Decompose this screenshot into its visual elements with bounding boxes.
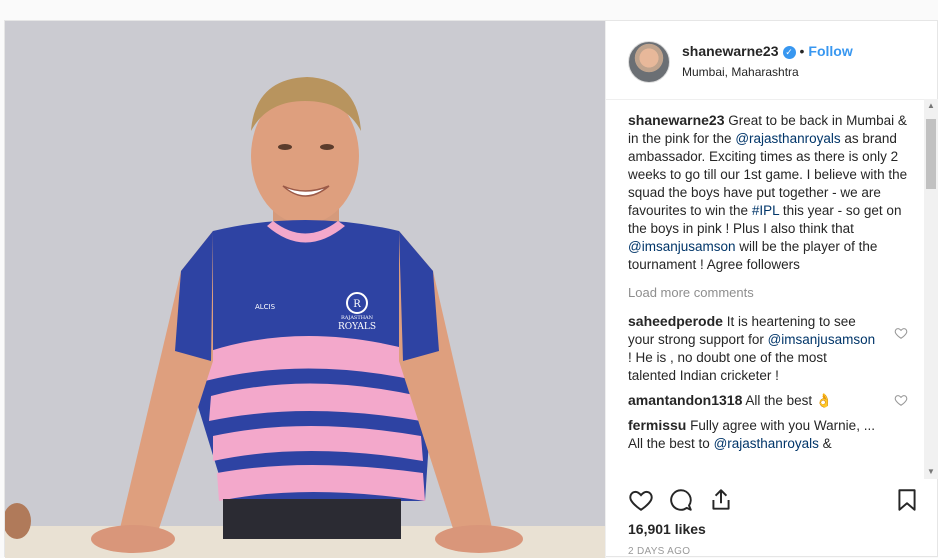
caption-mention-2[interactable]: @imsanjusamson [628,239,736,254]
svg-text:R: R [353,299,361,310]
likes-count[interactable]: 16,901 likes [628,521,706,537]
scroll-down-arrow-icon[interactable]: ▼ [924,465,938,479]
scroll-up-arrow-icon[interactable]: ▲ [924,99,938,113]
comment-username[interactable]: saheedperode [628,313,723,329]
jersey-brand: ALCIS [255,303,276,311]
caption-username[interactable]: shanewarne23 [628,112,725,128]
photo-illustration: R ROYALS RAJASTHAN ALCIS [5,21,605,558]
caption-mention-1[interactable]: @rajasthanroyals [735,131,840,146]
comment-username[interactable]: amantandon1318 [628,392,742,408]
comment-like-heart-icon[interactable] [894,393,908,407]
post-photo[interactable]: R ROYALS RAJASTHAN ALCIS [5,21,605,558]
load-more-comments[interactable]: Load more comments [628,284,908,302]
avatar[interactable] [628,41,670,83]
comments-section: shanewarne23 Great to be back in Mumbai … [628,111,908,479]
comment-like-heart-icon[interactable] [894,326,908,340]
heart-icon[interactable] [628,487,654,513]
header-line: shanewarne23 ✓ • Follow [682,43,853,59]
comment-item: saheedperode It is heartening to see you… [628,312,908,385]
scroll-thumb[interactable] [926,119,936,189]
comment-text-2: ! He is , no doubt one of the most talen… [628,350,827,383]
caption: shanewarne23 Great to be back in Mumbai … [628,111,908,274]
caption-hashtag[interactable]: #IPL [752,203,779,218]
post-timestamp[interactable]: 2 DAYS AGO [628,546,690,557]
header-username[interactable]: shanewarne23 [682,43,779,59]
location-link[interactable]: Mumbai, Maharashtra [682,65,799,79]
jersey-sub: RAJASTHAN [341,315,374,321]
share-icon[interactable] [708,487,734,513]
verified-icon: ✓ [782,46,796,59]
comment-username[interactable]: fermissu [628,417,686,433]
follow-button[interactable]: Follow [808,43,852,59]
post-header: shanewarne23 ✓ • Follow Mumbai, Maharashtra [606,21,938,100]
jersey-text: ROYALS [338,322,376,332]
comment-mention[interactable]: @imsanjusamson [768,332,876,347]
comments-scrollbar[interactable]: ▲ ▼ [924,99,938,479]
comment-text: All the best 👌 [745,393,833,408]
action-bar [628,483,928,513]
post-sidebar: shanewarne23 ✓ • Follow Mumbai, Maharashtra… [605,21,938,558]
comment-text-2: & [822,436,832,451]
separator-dot: • [799,43,805,59]
post: R ROYALS RAJASTHAN ALCIS shanewarne23 ✓ • F… [4,20,938,558]
comment-icon[interactable] [668,487,694,513]
comment-item: fermissu Fully agree with you Warnie, ..… [628,416,908,453]
comment-mention[interactable]: @rajasthanroyals [714,436,819,451]
bookmark-icon[interactable] [894,487,920,513]
comment-item: amantandon1318 All the best 👌 [628,391,908,410]
